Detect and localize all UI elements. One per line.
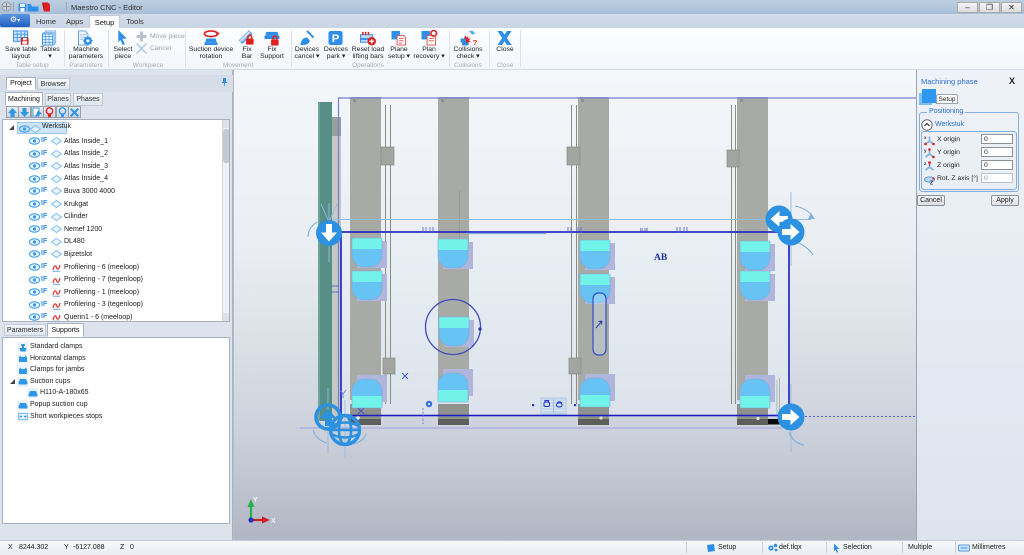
svg-text:Z: Z <box>930 180 933 185</box>
svg-text:Y: Y <box>253 497 258 504</box>
svg-text:y: y <box>924 148 927 153</box>
svg-text:B.Bl: B.Bl <box>640 227 648 232</box>
svg-text:x: x <box>924 135 927 140</box>
svg-text:P: P <box>332 33 340 45</box>
svg-text:AB: AB <box>654 253 668 263</box>
svg-text:?: ? <box>473 38 477 46</box>
svg-text:z: z <box>924 161 927 166</box>
svg-text:X: X <box>271 518 276 525</box>
